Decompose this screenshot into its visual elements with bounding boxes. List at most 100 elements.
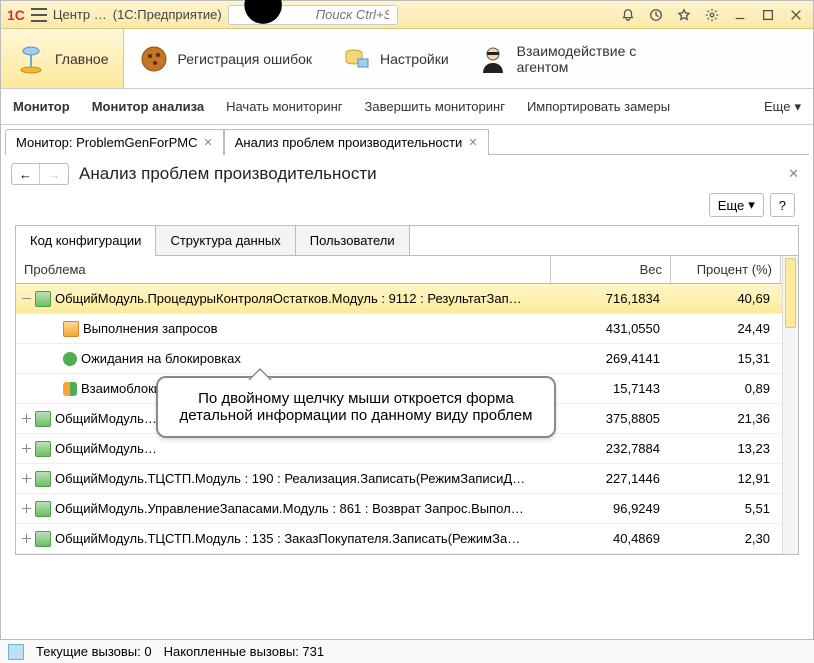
col-weight[interactable]: Вес xyxy=(551,256,671,283)
row-name: ОбщийМодуль… xyxy=(55,411,157,426)
grid-header: Проблема Вес Процент (%) xyxy=(16,256,798,284)
mod-icon xyxy=(35,411,51,427)
agent-icon xyxy=(477,43,509,75)
submenu: Монитор Монитор анализа Начать мониторин… xyxy=(1,89,813,125)
page-close[interactable]: ✕ xyxy=(788,166,799,182)
bell-icon[interactable] xyxy=(617,4,639,26)
submenu-monitor[interactable]: Монитор xyxy=(13,99,70,114)
status-current: Текущие вызовы: 0 xyxy=(36,644,152,659)
row-percent: 5,51 xyxy=(672,501,782,516)
history-icon[interactable] xyxy=(645,4,667,26)
section-main[interactable]: Главное xyxy=(1,29,124,88)
maximize-button[interactable] xyxy=(757,4,779,26)
submenu-analysis[interactable]: Монитор анализа xyxy=(92,99,204,114)
table-row[interactable]: Выполнения запросов431,055024,49 xyxy=(16,314,798,344)
row-name: ОбщийМодуль.ТЦСТП.Модуль : 190 : Реализа… xyxy=(55,471,525,486)
status-icon xyxy=(8,644,24,660)
row-weight: 96,9249 xyxy=(552,501,672,516)
close-icon[interactable]: ✕ xyxy=(204,136,213,149)
document-tabs: Монитор: ProblemGenForPMC✕ Анализ пробле… xyxy=(5,129,809,155)
minimize-button[interactable] xyxy=(729,4,751,26)
section-label: Регистрация ошибок xyxy=(178,51,313,67)
page-header: ← → Анализ проблем производительности ✕ xyxy=(5,155,809,193)
table-row[interactable]: ОбщийМодуль.ТЦСТП.Модуль : 135 : ЗаказПо… xyxy=(16,524,798,554)
submenu-import[interactable]: Импортировать замеры xyxy=(527,99,670,114)
help-button[interactable]: ? xyxy=(770,193,795,217)
search-input[interactable] xyxy=(314,6,391,23)
section-errors[interactable]: Регистрация ошибок xyxy=(124,29,327,88)
tab-struct[interactable]: Структура данных xyxy=(156,226,295,255)
row-percent: 15,31 xyxy=(672,351,782,366)
scrollbar-thumb[interactable] xyxy=(785,258,796,328)
mod-icon xyxy=(35,471,51,487)
app-caption: Центр … xyxy=(53,7,107,22)
more-button[interactable]: Еще ▾ xyxy=(709,193,764,217)
nav-back[interactable]: ← xyxy=(12,164,40,184)
status-bar: Текущие вызовы: 0 Накопленные вызовы: 73… xyxy=(0,639,814,663)
table-row[interactable]: ОбщийМодуль.ПроцедурыКонтроляОстатков.Мо… xyxy=(16,284,798,314)
row-weight: 232,7884 xyxy=(552,441,672,456)
tab-analysis[interactable]: Анализ проблем производительности✕ xyxy=(224,129,489,155)
menu-icon[interactable] xyxy=(31,8,47,22)
search-field[interactable] xyxy=(228,5,398,25)
section-label: Взаимодействие с агентом xyxy=(517,43,647,75)
section-settings[interactable]: Настройки xyxy=(326,29,463,88)
row-percent: 13,23 xyxy=(672,441,782,456)
table-row[interactable]: Ожидания на блокировках 269,414115,31 xyxy=(16,344,798,374)
star-icon[interactable] xyxy=(673,4,695,26)
submenu-start[interactable]: Начать мониторинг xyxy=(226,99,342,114)
row-percent: 21,36 xyxy=(672,411,782,426)
section-agent[interactable]: Взаимодействие с агентом xyxy=(463,29,661,88)
close-button[interactable] xyxy=(785,4,807,26)
row-name: ОбщийМодуль.ТЦСТП.Модуль : 135 : ЗаказПо… xyxy=(55,531,520,546)
row-name: ОбщийМодуль.ПроцедурыКонтроляОстатков.Мо… xyxy=(55,291,522,306)
gear-icon[interactable] xyxy=(701,4,723,26)
pair-icon xyxy=(63,382,77,396)
tab-code[interactable]: Код конфигурации xyxy=(16,226,156,256)
row-percent: 2,30 xyxy=(672,531,782,546)
mod-icon xyxy=(35,531,51,547)
tab-monitor[interactable]: Монитор: ProblemGenForPMC✕ xyxy=(5,129,224,155)
row-percent: 24,49 xyxy=(672,321,782,336)
expander-icon[interactable] xyxy=(22,294,31,303)
nav-forward[interactable]: → xyxy=(40,164,68,184)
row-weight: 15,7143 xyxy=(552,381,672,396)
row-name: Выполнения запросов xyxy=(83,321,218,336)
expander-icon[interactable] xyxy=(22,444,31,453)
row-percent: 0,89 xyxy=(672,381,782,396)
row-weight: 40,4869 xyxy=(552,531,672,546)
col-problem[interactable]: Проблема xyxy=(16,256,551,283)
mod-icon xyxy=(35,441,51,457)
row-weight: 227,1446 xyxy=(552,471,672,486)
cookie-icon xyxy=(138,43,170,75)
expander-icon[interactable] xyxy=(22,414,31,423)
analysis-panel: Код конфигурации Структура данных Пользо… xyxy=(15,225,799,555)
row-weight: 716,1834 xyxy=(552,291,672,306)
platform-caption: (1С:Предприятие) xyxy=(113,7,222,22)
table-row[interactable]: ОбщийМодуль.ТЦСТП.Модуль : 190 : Реализа… xyxy=(16,464,798,494)
row-name: ОбщийМодуль.УправлениеЗапасами.Модуль : … xyxy=(55,501,524,516)
col-percent[interactable]: Процент (%) xyxy=(671,256,781,283)
row-weight: 269,4141 xyxy=(552,351,672,366)
tab-users[interactable]: Пользователи xyxy=(296,226,410,255)
scrollbar[interactable] xyxy=(782,256,798,554)
close-icon[interactable]: ✕ xyxy=(468,136,477,149)
status-accum: Накопленные вызовы: 731 xyxy=(164,644,325,659)
expander-icon[interactable] xyxy=(22,504,31,513)
expander-icon[interactable] xyxy=(22,534,31,543)
table-row[interactable]: ОбщийМодуль…232,788413,23 xyxy=(16,434,798,464)
logo: 1С xyxy=(7,7,25,23)
row-name: Ожидания на блокировках xyxy=(81,351,241,366)
section-label: Настройки xyxy=(380,51,449,67)
row-percent: 12,91 xyxy=(672,471,782,486)
hint-callout: По двойному щелчку мыши откроется форма … xyxy=(156,376,556,438)
submenu-more[interactable]: Еще ▾ xyxy=(764,99,801,115)
section-label: Главное xyxy=(55,51,109,67)
problems-grid: Проблема Вес Процент (%) ОбщийМодуль.Про… xyxy=(16,256,798,554)
submenu-stop[interactable]: Завершить мониторинг xyxy=(365,99,505,114)
page-title: Анализ проблем производительности xyxy=(79,164,377,184)
table-row[interactable]: ОбщийМодуль.УправлениеЗапасами.Модуль : … xyxy=(16,494,798,524)
expander-icon[interactable] xyxy=(22,474,31,483)
lock-icon xyxy=(63,352,77,366)
view-tabs: Код конфигурации Структура данных Пользо… xyxy=(16,226,798,256)
